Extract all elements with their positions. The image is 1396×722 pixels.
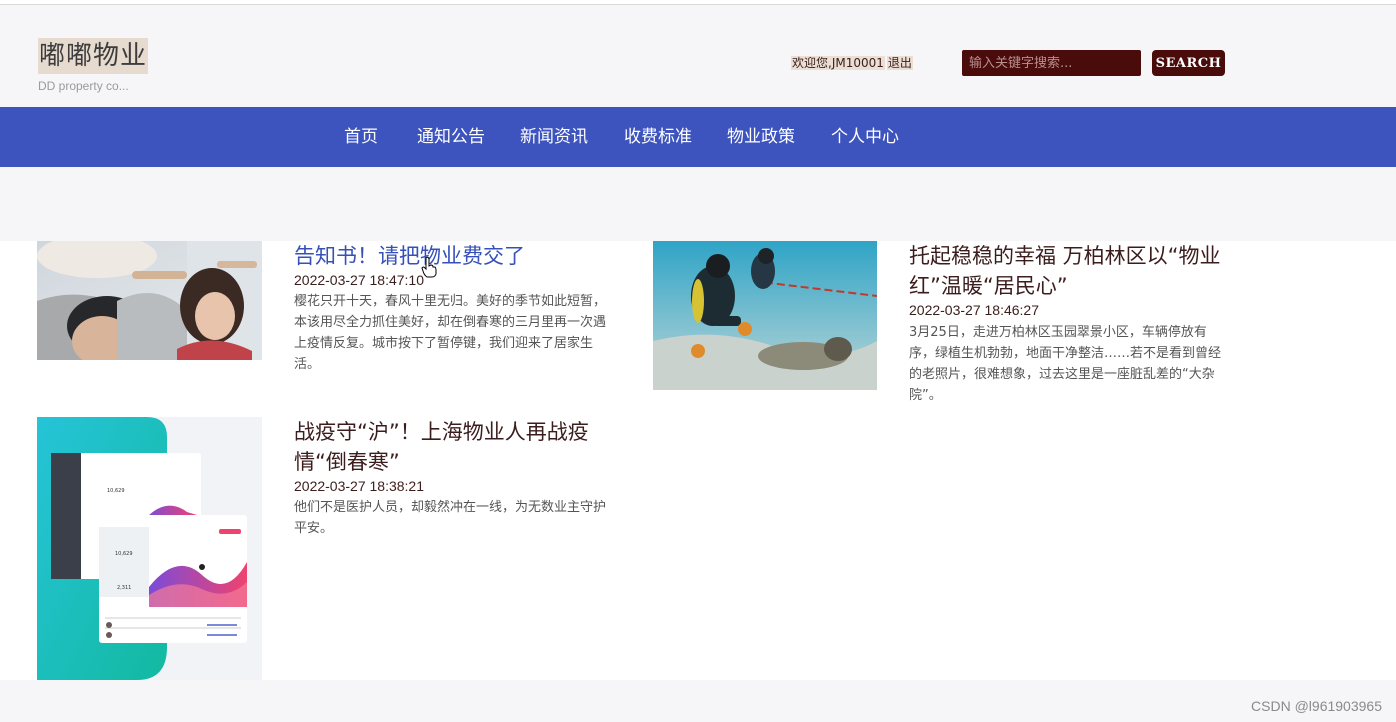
nav-item-home[interactable]: 首页 xyxy=(344,107,378,167)
dashboard-stat: 2,311 xyxy=(117,585,131,591)
footer-band xyxy=(0,680,1396,722)
dashboard-photo-icon: 10,629 10,629 2,311 xyxy=(37,417,262,680)
site-title[interactable]: 嘟嘟物业 xyxy=(38,38,149,74)
nav-item-policy[interactable]: 物业政策 xyxy=(727,107,795,167)
news-title[interactable]: 战疫守“沪”！上海物业人再战疫情“倒春寒” xyxy=(294,417,624,477)
news-title[interactable]: 告知书！请把物业费交了 xyxy=(294,241,624,271)
search-input[interactable] xyxy=(962,50,1141,76)
news-summary: 他们不是医护人员，却毅然冲在一线，为无数业主守护平安。 xyxy=(294,500,607,536)
diver-photo-icon xyxy=(653,241,877,390)
hand-cursor-icon xyxy=(421,256,437,278)
news-title[interactable]: 托起稳稳的幸福 万柏林区以“物业红”温暖“居民心” xyxy=(909,241,1229,301)
news-image-dashboard[interactable]: 10,629 10,629 2,311 xyxy=(37,417,262,680)
watermark-text: CSDN @l961903965 xyxy=(1251,698,1382,714)
search-button[interactable]: SEARCH xyxy=(1152,50,1225,76)
news-image-people[interactable] xyxy=(37,241,262,360)
logout-link[interactable]: 退出 xyxy=(886,56,913,70)
user-welcome: 欢迎您,JM10001 退出 xyxy=(791,55,913,72)
people-photo-icon xyxy=(37,241,262,360)
nav-item-notices[interactable]: 通知公告 xyxy=(417,107,485,167)
news-summary: 3月25日，走进万柏林区玉园翠景小区，车辆停放有序，绿植生机勃勃，地面干净整洁…… xyxy=(909,325,1222,403)
site-header: 嘟嘟物业 DD property co... 欢迎您,JM10001退出 SEA… xyxy=(0,5,1396,107)
nav-item-news[interactable]: 新闻资讯 xyxy=(520,107,588,167)
main-nav: 首页 通知公告 新闻资讯 收费标准 物业政策 个人中心 xyxy=(0,107,1396,167)
news-date: 2022-03-27 18:46:27 xyxy=(909,302,1039,318)
nav-item-fees[interactable]: 收费标准 xyxy=(624,107,692,167)
news-summary: 樱花只开十天，春风十里无归。美好的季节如此短暂，本该用尽全力抓住美好，却在倒春寒… xyxy=(294,294,607,372)
news-date: 2022-03-27 18:47:10 xyxy=(294,272,424,288)
news-date: 2022-03-27 18:38:21 xyxy=(294,478,424,494)
dashboard-stat: 10,629 xyxy=(107,488,125,494)
site-subtitle: DD property co... xyxy=(38,79,129,93)
welcome-text: 欢迎您,JM10001 xyxy=(791,56,885,70)
nav-item-profile[interactable]: 个人中心 xyxy=(831,107,899,167)
page-banner xyxy=(0,167,1396,241)
news-image-divers[interactable] xyxy=(653,241,877,390)
dashboard-stat: 10,629 xyxy=(115,551,133,557)
